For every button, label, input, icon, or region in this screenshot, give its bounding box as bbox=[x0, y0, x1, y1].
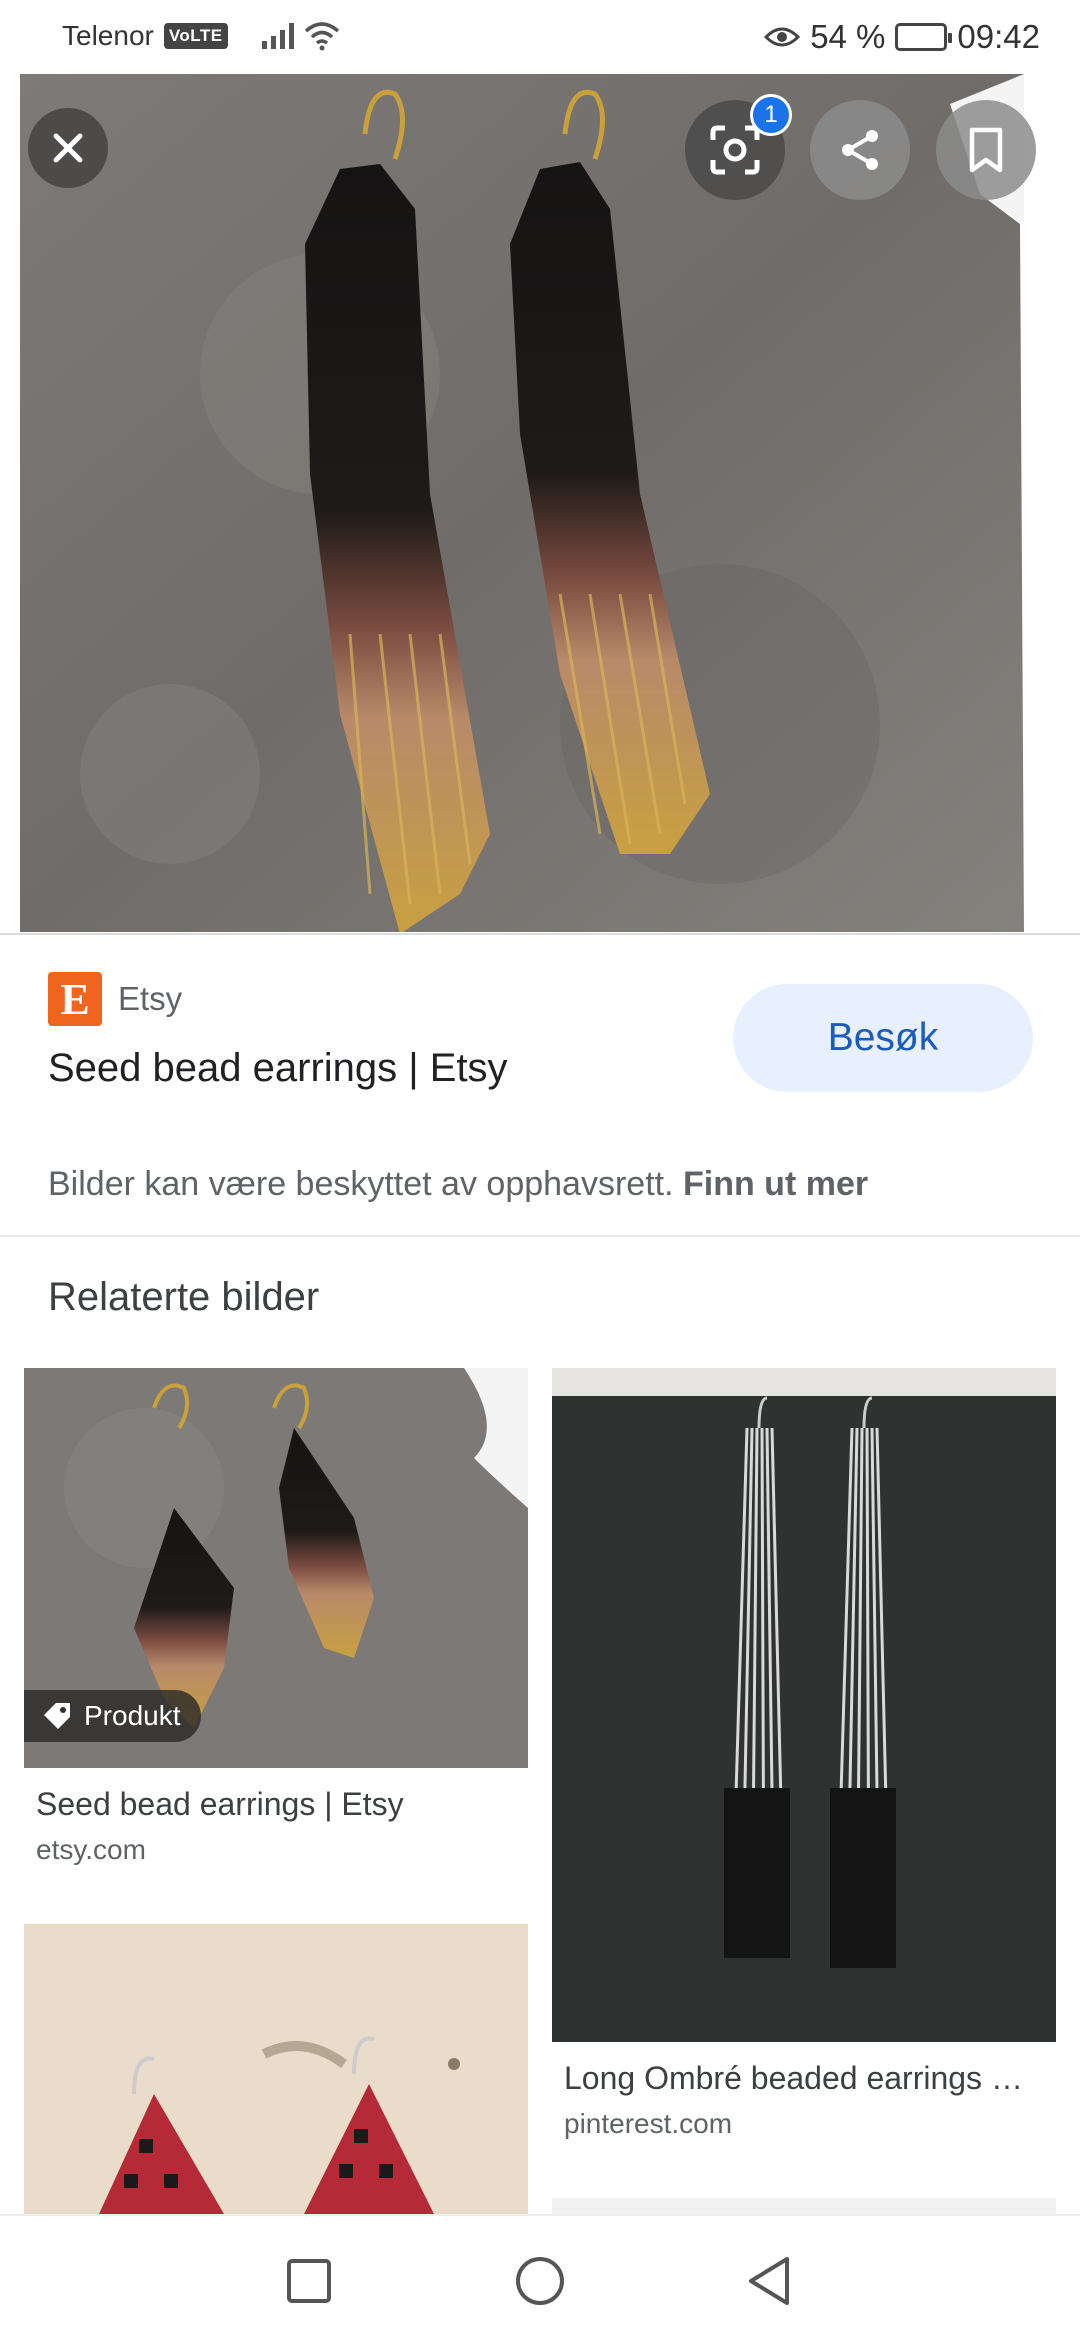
card-title[interactable]: Seed bead earrings | Etsy bbox=[36, 1786, 516, 1823]
lens-icon bbox=[710, 125, 760, 175]
status-bar: Telenor VoLTE 54 % 09:42 bbox=[0, 0, 1080, 74]
bookmark-button[interactable] bbox=[936, 100, 1036, 200]
home-button[interactable] bbox=[505, 2246, 575, 2316]
card-domain: etsy.com bbox=[36, 1834, 146, 1865]
status-right: 54 % 09:42 bbox=[764, 18, 1040, 56]
close-icon bbox=[53, 133, 83, 163]
thumbnail-image bbox=[24, 1924, 528, 2214]
recents-button[interactable] bbox=[274, 2246, 344, 2316]
result-title[interactable]: Seed bead earrings | Etsy bbox=[48, 1046, 508, 1091]
copyright-text: Bilder kan være beskyttet av opphavsrett… bbox=[48, 1165, 674, 1203]
related-heading: Relaterte bilder bbox=[48, 1275, 320, 1319]
share-icon bbox=[842, 130, 878, 170]
volte-badge: VoLTE bbox=[163, 23, 228, 49]
back-button[interactable] bbox=[734, 2246, 804, 2316]
recents-icon bbox=[287, 2259, 331, 2303]
share-button[interactable] bbox=[810, 100, 910, 200]
status-left: Telenor VoLTE bbox=[62, 20, 340, 52]
visit-button[interactable]: Besøk bbox=[733, 984, 1033, 1092]
bookmark-icon bbox=[969, 127, 1003, 173]
related-thumbnail[interactable] bbox=[552, 1368, 1056, 2042]
related-thumbnail[interactable] bbox=[24, 1924, 528, 2214]
source-name: Etsy bbox=[118, 980, 183, 1017]
back-icon bbox=[749, 2257, 789, 2305]
tag-label: Produkt bbox=[84, 1700, 181, 1731]
tag-icon bbox=[44, 1703, 70, 1729]
copyright-notice: Bilder kan være beskyttet av opphavsrett… bbox=[48, 1165, 868, 1204]
etsy-logo-icon: E bbox=[48, 972, 102, 1026]
card-domain: pinterest.com bbox=[564, 2108, 733, 2139]
divider bbox=[0, 1235, 1080, 1237]
clock: 09:42 bbox=[957, 18, 1040, 55]
wifi-icon bbox=[304, 22, 339, 51]
carrier-name: Telenor bbox=[62, 20, 154, 51]
product-tag: Produkt bbox=[24, 1690, 201, 1742]
close-button[interactable] bbox=[28, 108, 108, 188]
battery-percent: 54 % bbox=[810, 18, 886, 55]
image-viewer[interactable]: 1 bbox=[0, 74, 1080, 934]
divider bbox=[0, 933, 1080, 935]
learn-more-link[interactable]: Finn ut mer bbox=[683, 1165, 868, 1203]
signal-icon bbox=[261, 23, 294, 49]
source-row[interactable]: E Etsy bbox=[48, 972, 182, 1026]
earrings-photo[interactable] bbox=[20, 74, 1024, 932]
thumbnail-image bbox=[552, 1368, 1056, 2042]
related-card[interactable] bbox=[552, 2198, 1056, 2214]
battery-icon bbox=[895, 23, 953, 51]
card-title[interactable]: Long Ombré beaded earrings … bbox=[564, 2060, 1044, 2097]
system-nav-bar bbox=[0, 2214, 1080, 2340]
related-card[interactable]: Produkt Seed bead earrings | Etsy etsy.c… bbox=[24, 1368, 528, 1868]
eye-icon bbox=[764, 27, 801, 47]
related-card[interactable]: Long Ombré beaded earrings … pinterest.c… bbox=[552, 1368, 1056, 2148]
lens-count-badge: 1 bbox=[750, 94, 792, 136]
related-card[interactable] bbox=[24, 1924, 528, 2214]
related-thumbnail[interactable]: Produkt bbox=[24, 1368, 528, 1768]
home-icon bbox=[516, 2257, 564, 2305]
